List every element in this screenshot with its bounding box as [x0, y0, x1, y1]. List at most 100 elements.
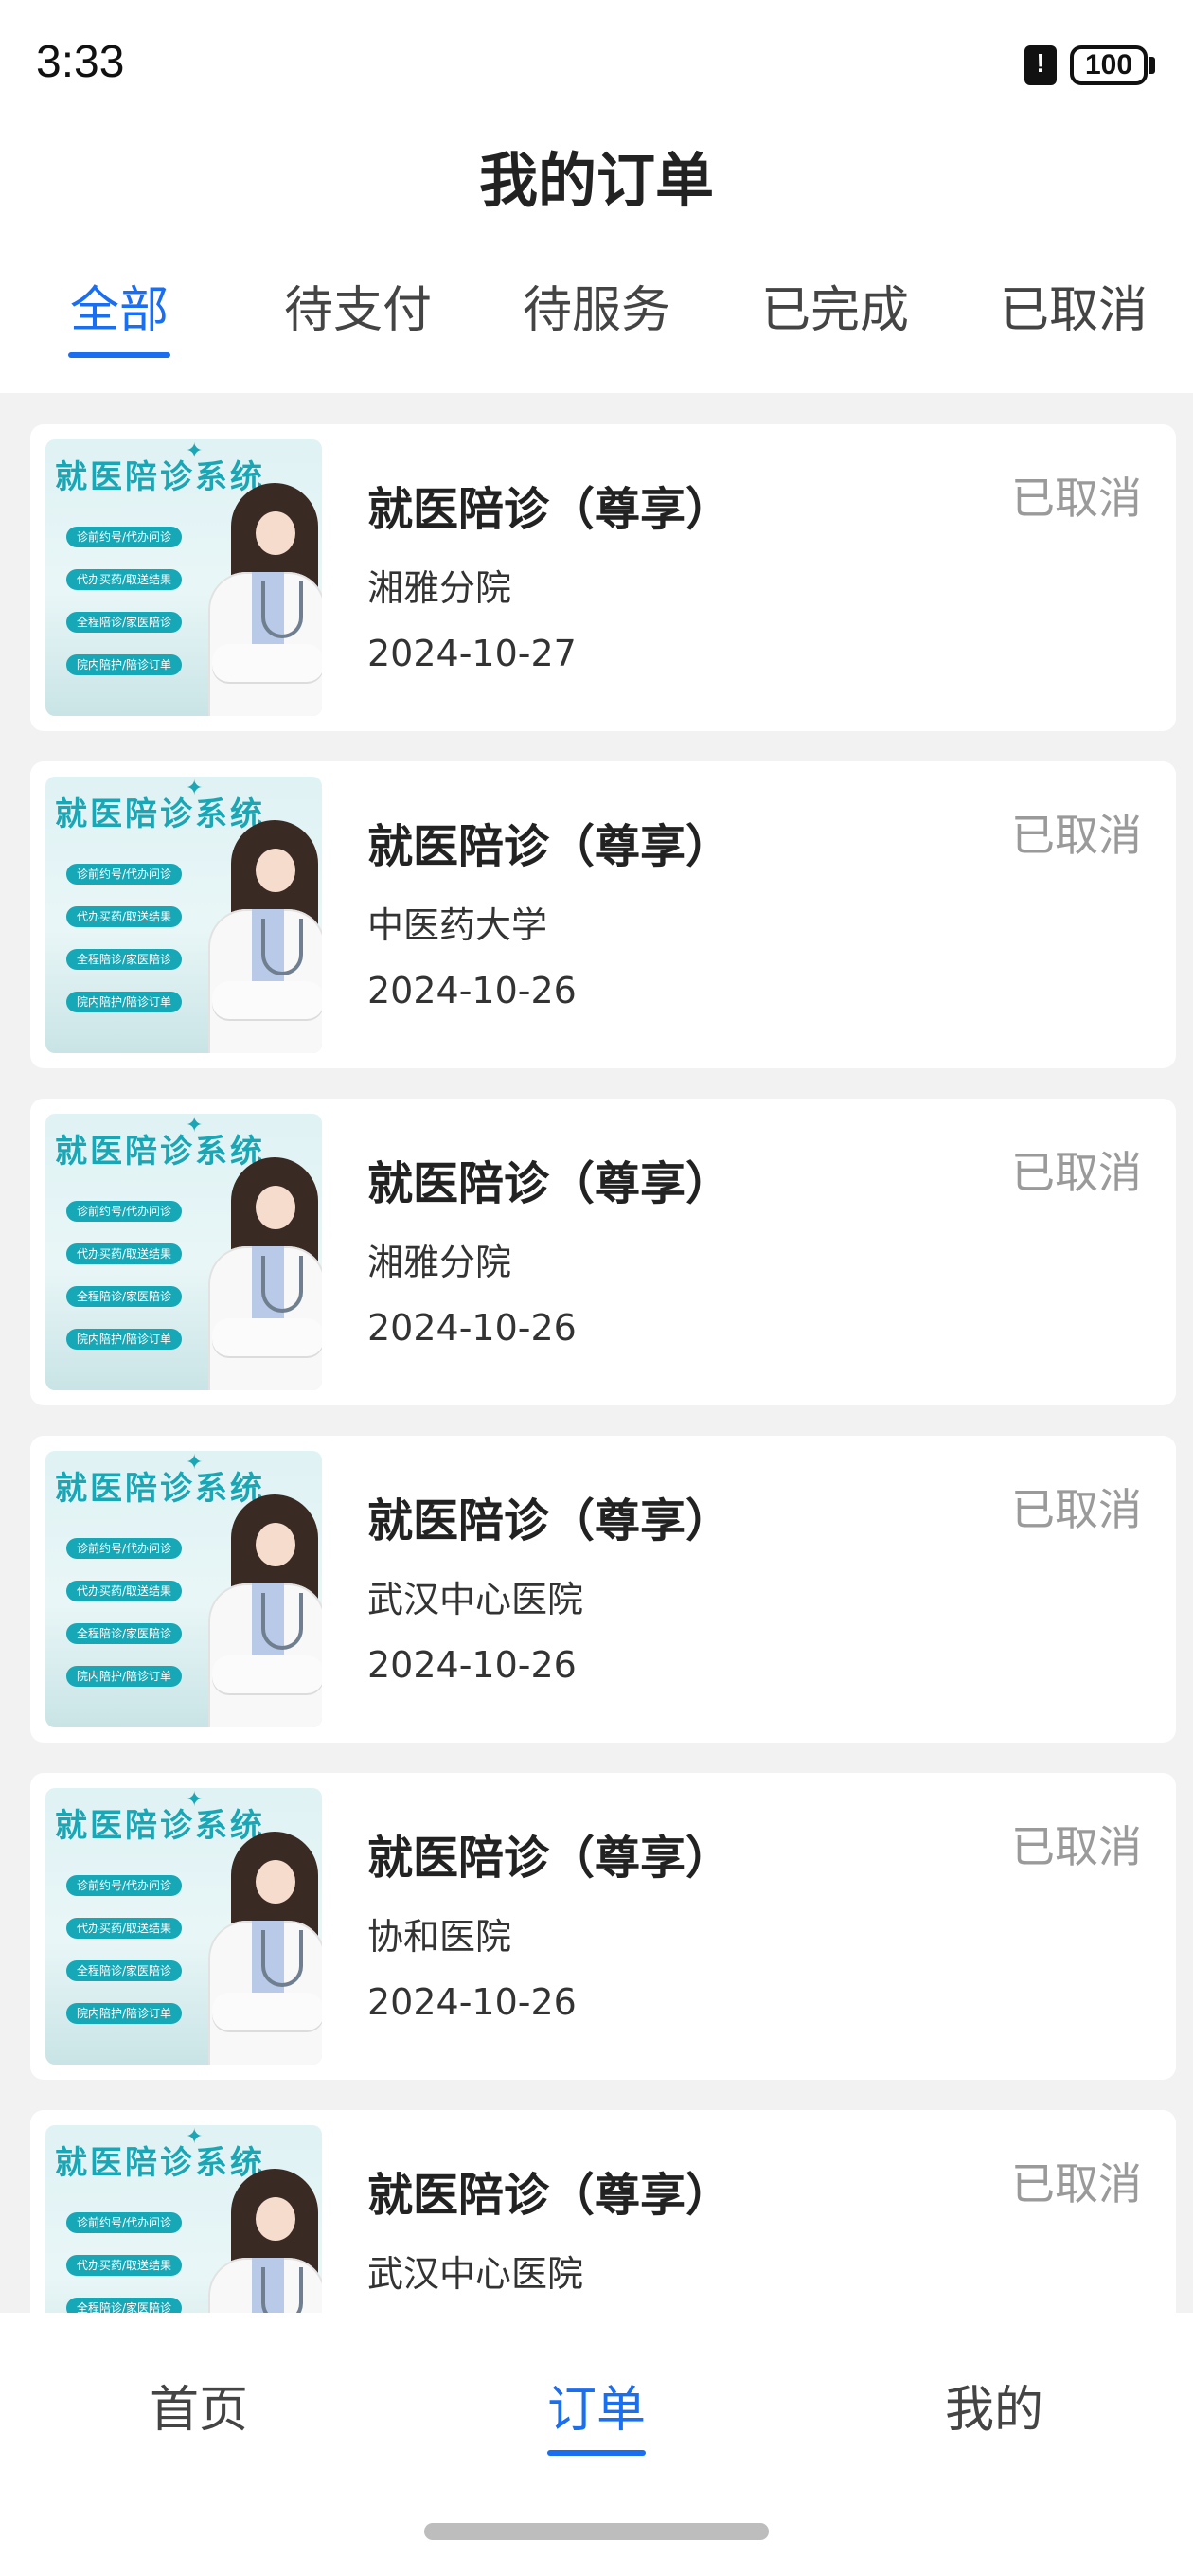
tab-pending-payment[interactable]: 待支付 — [284, 270, 432, 341]
thumbnail-title: 就医陪诊系统 — [55, 1470, 265, 1508]
battery-cap — [1149, 57, 1155, 74]
service-name: 就医陪诊（尊享） — [367, 483, 732, 536]
thumbnail-pill: 院内陪护/陪诊订单 — [66, 2003, 182, 2024]
sim-alert-icon — [1024, 45, 1057, 85]
thumbnail-pill: 诊前约号/代办问诊 — [66, 2212, 182, 2233]
thumbnail-pill: 代办买药/取送结果 — [66, 2255, 182, 2276]
stethoscope-icon — [261, 581, 303, 638]
tab-cancelled[interactable]: 已取消 — [1000, 270, 1148, 341]
status-time: 3:33 — [36, 37, 125, 87]
order-card[interactable]: 就医陪诊系统 ✦ 诊前约号/代办问诊 代办买药/取送结果 全程陪诊/家医陪诊 院… — [30, 424, 1176, 731]
page-title: 我的订单 — [478, 146, 714, 215]
thumbnail-pill: 全程陪诊/家医陪诊 — [66, 612, 182, 633]
thumbnail-title: 就医陪诊系统 — [55, 1133, 265, 1171]
home-indicator[interactable] — [424, 2523, 769, 2540]
tab-all[interactable]: 全部 — [68, 270, 170, 358]
thumbnail-pill: 全程陪诊/家医陪诊 — [66, 1623, 182, 1644]
tab-label: 待支付 — [284, 282, 433, 339]
thumbnail-pill: 诊前约号/代办问诊 — [66, 1875, 182, 1896]
thumbnail-pill: 诊前约号/代办问诊 — [66, 1538, 182, 1559]
order-tabs: 全部 待支付 待服务 已完成 已取消 — [0, 270, 1193, 365]
bottom-nav: 首页 订单 我的 — [0, 2313, 1193, 2576]
thumbnail-pill: 代办买药/取送结果 — [66, 1918, 182, 1939]
tab-label: 全部 — [69, 282, 169, 339]
order-status: 已取消 — [1011, 810, 1142, 861]
thumbnail-pill: 院内陪护/陪诊订单 — [66, 1329, 182, 1350]
nav-orders[interactable]: 订单 — [547, 2370, 647, 2456]
nav-label: 我的 — [945, 2382, 1044, 2439]
order-date: 2024-10-26 — [367, 1644, 577, 1686]
nav-active-underline — [547, 2450, 646, 2456]
thumbnail-pill: 代办买药/取送结果 — [66, 906, 182, 927]
order-list: 就医陪诊系统 ✦ 诊前约号/代办问诊 代办买药/取送结果 全程陪诊/家医陪诊 院… — [30, 424, 1176, 2447]
order-status: 已取消 — [1011, 473, 1142, 524]
nav-label: 订单 — [547, 2382, 647, 2439]
thumbnail-pill: 代办买药/取送结果 — [66, 1243, 182, 1264]
tab-label: 已完成 — [761, 282, 910, 339]
tab-label: 待服务 — [523, 282, 671, 339]
service-thumbnail: 就医陪诊系统 ✦ 诊前约号/代办问诊 代办买药/取送结果 全程陪诊/家医陪诊 院… — [45, 777, 322, 1053]
hospital-name: 湘雅分院 — [367, 1242, 512, 1283]
battery-icon: 100 — [1070, 45, 1148, 85]
thumbnail-pill: 代办买药/取送结果 — [66, 569, 182, 590]
service-thumbnail: 就医陪诊系统 ✦ 诊前约号/代办问诊 代办买药/取送结果 全程陪诊/家医陪诊 院… — [45, 1451, 322, 1727]
thumbnail-pill: 全程陪诊/家医陪诊 — [66, 1286, 182, 1307]
tab-active-underline — [68, 352, 170, 358]
thumbnail-pill: 院内陪护/陪诊订单 — [66, 1666, 182, 1687]
sparkle-icon: ✦ — [186, 2125, 204, 2149]
hospital-name: 武汉中心医院 — [367, 2253, 584, 2295]
order-card[interactable]: 就医陪诊系统 ✦ 诊前约号/代办问诊 代办买药/取送结果 全程陪诊/家医陪诊 院… — [30, 761, 1176, 1068]
thumbnail-pill: 全程陪诊/家医陪诊 — [66, 949, 182, 970]
stethoscope-icon — [261, 919, 303, 975]
service-thumbnail: 就医陪诊系统 ✦ 诊前约号/代办问诊 代办买药/取送结果 全程陪诊/家医陪诊 院… — [45, 1114, 322, 1390]
order-date: 2024-10-27 — [367, 633, 577, 674]
order-date: 2024-10-26 — [367, 970, 577, 1011]
order-status: 已取消 — [1011, 1147, 1142, 1198]
service-thumbnail: 就医陪诊系统 ✦ 诊前约号/代办问诊 代办买药/取送结果 全程陪诊/家医陪诊 院… — [45, 439, 322, 716]
order-card[interactable]: 就医陪诊系统 ✦ 诊前约号/代办问诊 代办买药/取送结果 全程陪诊/家医陪诊 院… — [30, 1436, 1176, 1743]
tab-pending-service[interactable]: 待服务 — [523, 270, 670, 341]
header: 我的订单 全部 待支付 待服务 已完成 已取消 — [0, 123, 1193, 393]
order-card[interactable]: 就医陪诊系统 ✦ 诊前约号/代办问诊 代办买药/取送结果 全程陪诊/家医陪诊 院… — [30, 1773, 1176, 2080]
thumbnail-pill: 诊前约号/代办问诊 — [66, 1201, 182, 1222]
thumbnail-pill: 院内陪护/陪诊订单 — [66, 654, 182, 675]
nav-profile[interactable]: 我的 — [945, 2370, 1043, 2441]
service-name: 就医陪诊（尊享） — [367, 1494, 732, 1547]
order-date: 2024-10-26 — [367, 1981, 577, 2023]
order-card[interactable]: 就医陪诊系统 ✦ 诊前约号/代办问诊 代办买药/取送结果 全程陪诊/家医陪诊 院… — [30, 1099, 1176, 1405]
order-status: 已取消 — [1011, 1821, 1142, 1872]
service-thumbnail: 就医陪诊系统 ✦ 诊前约号/代办问诊 代办买药/取送结果 全程陪诊/家医陪诊 院… — [45, 1788, 322, 2065]
service-name: 就医陪诊（尊享） — [367, 1832, 732, 1885]
nav-label: 首页 — [150, 2382, 249, 2439]
thumbnail-pill: 院内陪护/陪诊订单 — [66, 992, 182, 1012]
stethoscope-icon — [261, 1256, 303, 1313]
thumbnail-title: 就医陪诊系统 — [55, 1807, 265, 1845]
nav-home[interactable]: 首页 — [150, 2370, 248, 2441]
order-date: 2024-10-26 — [367, 1307, 577, 1349]
status-bar: 3:33 100 — [0, 0, 1193, 123]
thumbnail-pill: 诊前约号/代办问诊 — [66, 527, 182, 547]
sparkle-icon: ✦ — [186, 1788, 204, 1812]
sparkle-icon: ✦ — [186, 439, 204, 463]
thumbnail-title: 就医陪诊系统 — [55, 796, 265, 833]
service-name: 就医陪诊（尊享） — [367, 1157, 732, 1210]
hospital-name: 武汉中心医院 — [367, 1579, 584, 1620]
order-status: 已取消 — [1011, 1484, 1142, 1535]
hospital-name: 协和医院 — [367, 1916, 512, 1958]
hospital-name: 中医药大学 — [367, 904, 548, 946]
thumbnail-title: 就医陪诊系统 — [55, 2144, 265, 2182]
thumbnail-pill: 代办买药/取送结果 — [66, 1581, 182, 1601]
sparkle-icon: ✦ — [186, 1114, 204, 1137]
stethoscope-icon — [261, 1593, 303, 1650]
stethoscope-icon — [261, 1930, 303, 1987]
sparkle-icon: ✦ — [186, 777, 204, 800]
sparkle-icon: ✦ — [186, 1451, 204, 1475]
thumbnail-title: 就医陪诊系统 — [55, 458, 265, 496]
thumbnail-pill: 诊前约号/代办问诊 — [66, 864, 182, 885]
tab-completed[interactable]: 已完成 — [761, 270, 909, 341]
service-name: 就医陪诊（尊享） — [367, 2169, 732, 2222]
service-name: 就医陪诊（尊享） — [367, 820, 732, 873]
hospital-name: 湘雅分院 — [367, 567, 512, 609]
thumbnail-pill: 全程陪诊/家医陪诊 — [66, 1960, 182, 1981]
screen: 3:33 100 我的订单 全部 待支付 待服务 已完成 已取消 — [0, 0, 1193, 2576]
